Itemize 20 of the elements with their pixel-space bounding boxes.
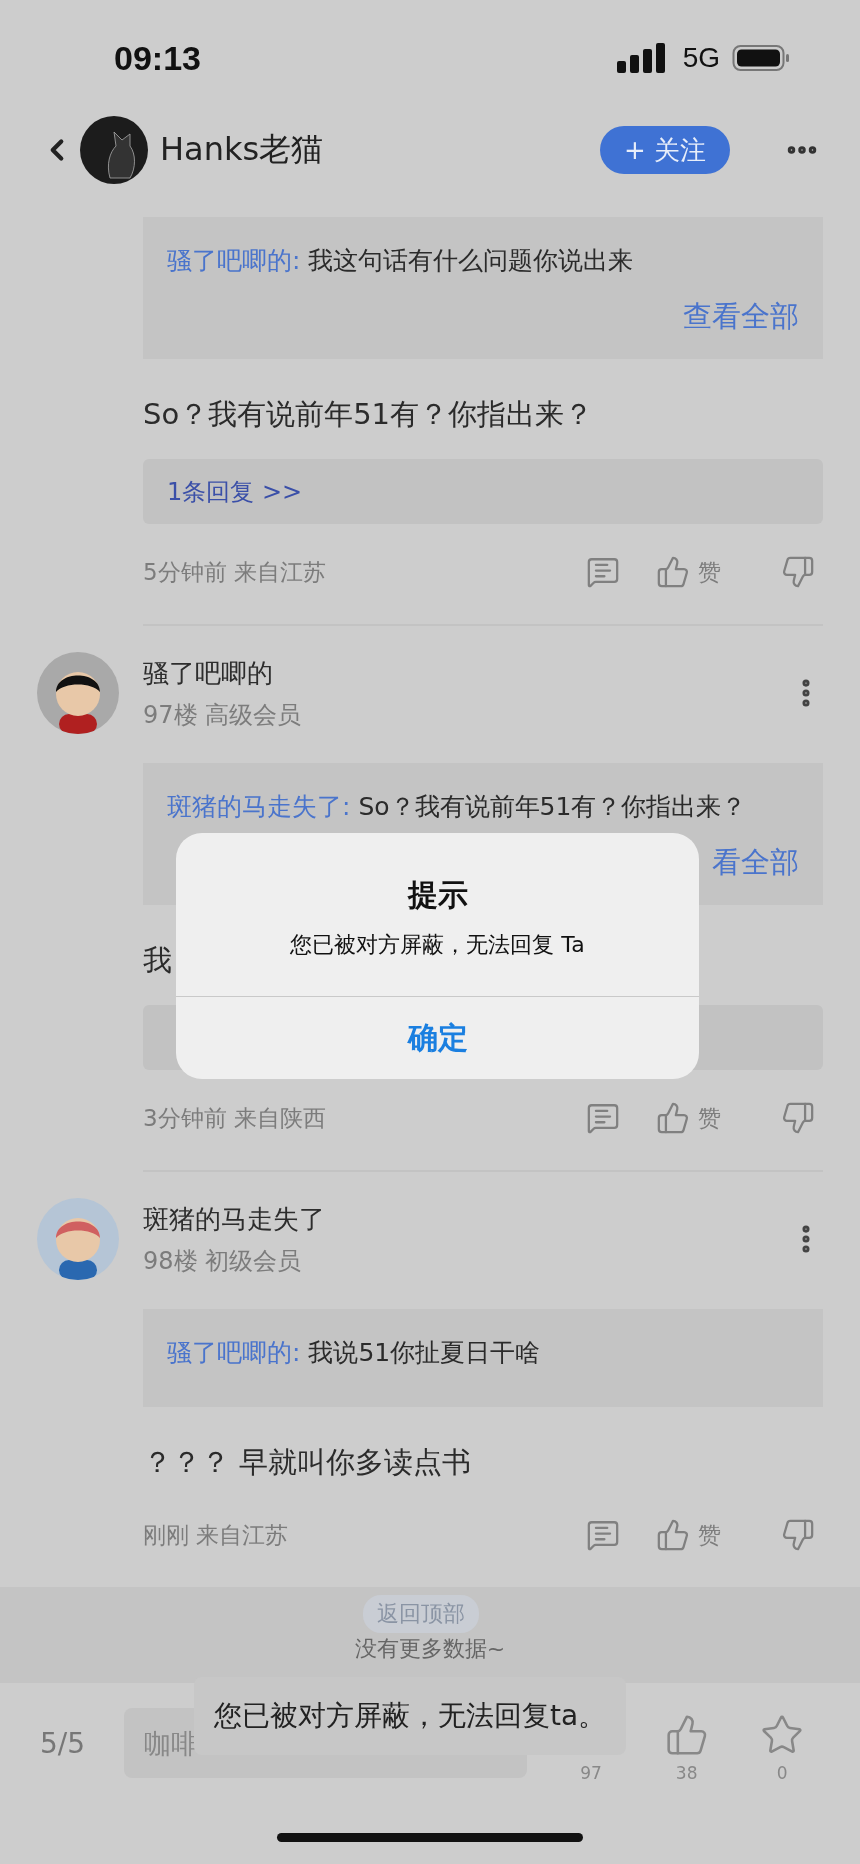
quote-text: 我说51你扯夏日干啥 [308, 1338, 541, 1367]
action-count: 0 [776, 1763, 788, 1783]
comment-meta: 刚刚 来自江苏 [143, 1520, 290, 1550]
comment-text: So？我有说前年51有？你指出来？ [143, 396, 594, 433]
comment-text: 我 [143, 942, 172, 979]
page-indicator: 5/5 [40, 1726, 87, 1760]
quote-text: 我这句话有什么问题你说出来 [308, 246, 634, 275]
action-count: 97 [580, 1763, 602, 1783]
action-count: 38 [675, 1763, 698, 1783]
dialog-message: 您已被对方屏蔽，无法回复 Ta [290, 931, 585, 959]
quote-text: So？我有说前年51有？你指出来？ [358, 792, 747, 821]
status-time: 09:13 [114, 38, 201, 78]
floor-info: 97楼 高级会员 [143, 699, 303, 731]
comment-meta: 3分钟前 来自陕西 [143, 1103, 327, 1133]
no-more-text: 没有更多数据~ [354, 1635, 506, 1663]
comment-text: ？？？ 早就叫你多读点书 [143, 1444, 472, 1481]
network-label: 5G [682, 42, 720, 74]
floor-info: 98楼 初级会员 [143, 1245, 303, 1277]
comment-meta: 5分钟前 来自江苏 [143, 557, 327, 587]
dialog-title: 提示 [407, 876, 468, 914]
